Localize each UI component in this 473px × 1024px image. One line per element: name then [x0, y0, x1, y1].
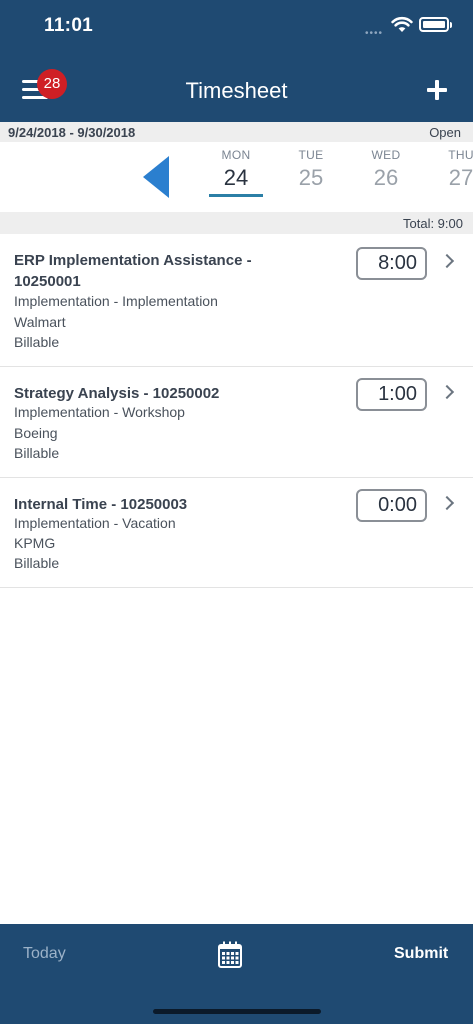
nav-bar: 28 Timesheet [0, 58, 473, 122]
entry-title: Internal Time - 10250003 [14, 496, 188, 513]
signal-icon: •••• [365, 28, 384, 39]
total-hours: Total: 9:00 [403, 216, 463, 231]
entry-client: KPMG [14, 535, 56, 551]
period-status: Open [429, 125, 461, 140]
day-thu[interactable]: THU 27 [433, 148, 473, 191]
day-mon[interactable]: MON 24 [208, 148, 264, 191]
home-indicator [153, 1009, 321, 1014]
entry-title: ERP Implementation Assistance - 10250001 [14, 252, 252, 290]
chevron-right-icon[interactable] [439, 384, 455, 400]
entry-activity: Implementation - Implementation [14, 293, 218, 309]
day-number: 24 [223, 165, 249, 190]
entry-activity: Implementation - Vacation [14, 515, 176, 531]
battery-icon [419, 17, 452, 32]
day-number: 25 [298, 165, 324, 190]
day-number: 26 [373, 165, 399, 190]
entry-client: Boeing [14, 425, 58, 441]
day-number: 27 [448, 165, 473, 190]
bottom-tab-bar: Today Submit [0, 924, 473, 1024]
calendar-icon[interactable] [218, 941, 242, 968]
entry-title: Strategy Analysis - 10250002 [14, 385, 220, 402]
period-bar: 9/24/2018 - 9/30/2018 Open [0, 122, 473, 142]
day-tue[interactable]: TUE 25 [283, 148, 339, 191]
timesheet-entry[interactable]: Strategy Analysis - 10250002 Implementat… [0, 367, 473, 478]
day-name: MON [221, 148, 251, 162]
submit-button[interactable]: Submit [394, 945, 448, 963]
entry-billing: Billable [14, 334, 60, 350]
timesheet-entry[interactable]: Internal Time - 10250003 Implementation … [0, 478, 473, 588]
day-selector: MON 24 TUE 25 WED 26 THU 27 [0, 142, 473, 212]
status-time: 11:01 [44, 15, 94, 36]
entry-billing: Billable [14, 445, 60, 461]
chevron-right-icon[interactable] [439, 253, 455, 269]
add-icon[interactable] [427, 80, 447, 100]
hours-input[interactable]: 8:00 [356, 247, 427, 280]
day-name: THU [448, 148, 473, 162]
day-name: WED [371, 148, 401, 162]
hours-input[interactable]: 0:00 [356, 489, 427, 522]
day-name: TUE [298, 148, 324, 162]
selected-day-indicator [209, 194, 263, 197]
wifi-icon [391, 16, 413, 32]
chevron-right-icon[interactable] [439, 495, 455, 511]
entry-activity: Implementation - Workshop [14, 404, 185, 420]
hours-input[interactable]: 1:00 [356, 378, 427, 411]
day-wed[interactable]: WED 26 [358, 148, 414, 191]
entry-client: Walmart [14, 314, 66, 330]
status-bar: 11:01 •••• [0, 0, 473, 58]
timesheet-entry[interactable]: ERP Implementation Assistance - 10250001… [0, 234, 473, 367]
page-title: Timesheet [185, 78, 288, 103]
today-button[interactable]: Today [23, 945, 66, 963]
total-bar: Total: 9:00 [0, 212, 473, 234]
previous-arrow-icon[interactable] [143, 156, 169, 198]
period-range: 9/24/2018 - 9/30/2018 [8, 125, 136, 140]
entry-billing: Billable [14, 555, 60, 571]
